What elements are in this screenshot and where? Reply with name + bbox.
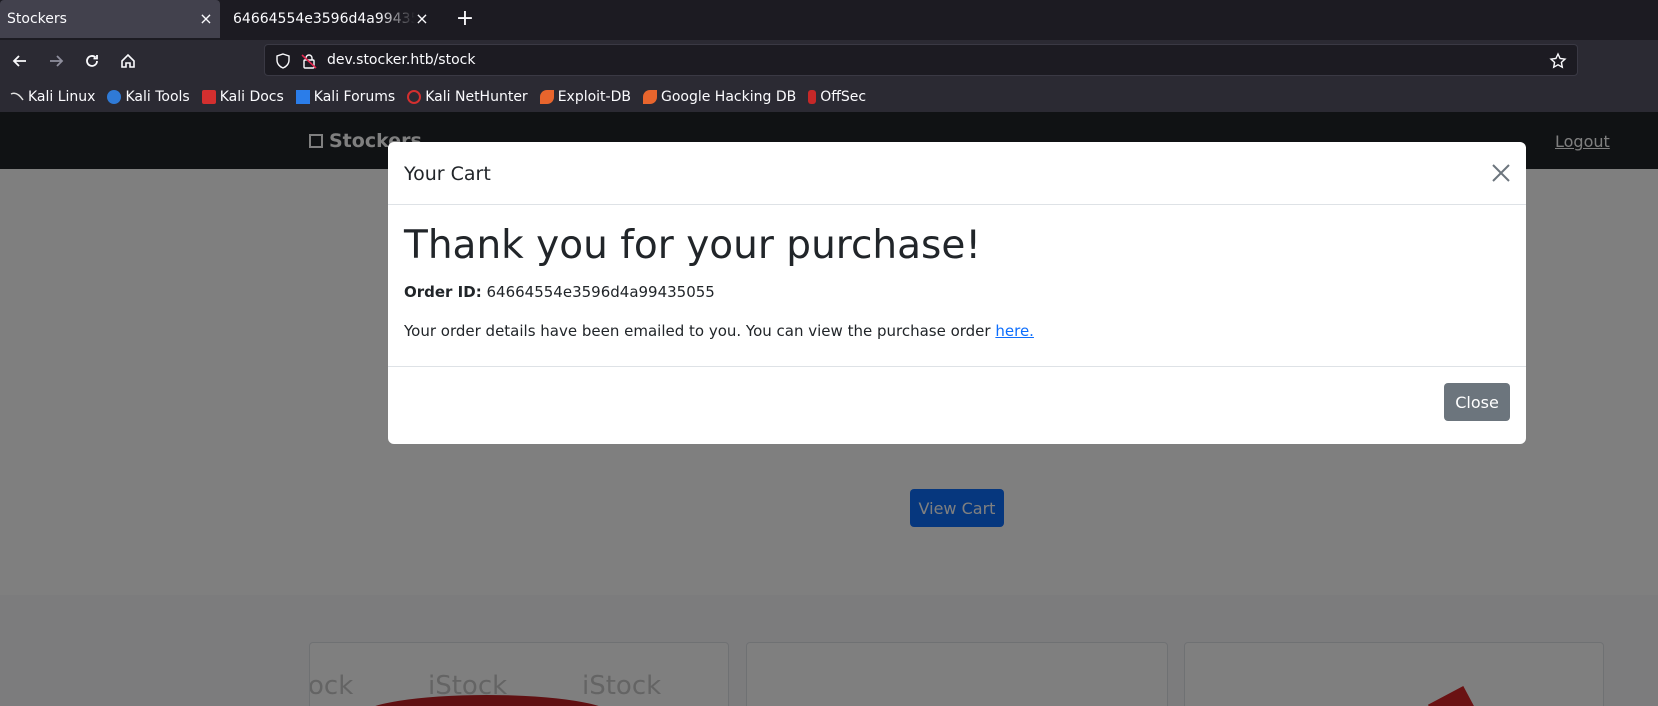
bookmark-kali-nethunter[interactable]: Kali NetHunter (407, 89, 528, 105)
back-icon[interactable] (8, 49, 32, 73)
bookmark-label: Kali Linux (28, 89, 96, 105)
bookmark-label: Exploit-DB (557, 89, 631, 105)
bookmark-exploit-db[interactable]: Exploit-DB (539, 89, 631, 105)
order-id-label: Order ID: (404, 283, 482, 301)
new-tab-icon[interactable]: + (454, 8, 476, 30)
modal-header: Your Cart (388, 142, 1526, 205)
browser-tab-bar: Stockers × 64664554e3596d4a9943505 × + (0, 0, 1658, 40)
close-icon[interactable] (1490, 162, 1512, 184)
home-icon[interactable] (116, 49, 140, 73)
tab-close-icon[interactable]: × (415, 11, 429, 27)
page-viewport: Stockers Logout View Cart ock iStock iSt… (0, 112, 1658, 706)
cart-modal: Your Cart Thank you for your purchase! O… (388, 142, 1526, 444)
order-details-text: Your order details have been emailed to … (404, 322, 1034, 340)
url-bar[interactable]: dev.stocker.htb/stock (264, 44, 1578, 76)
bookmark-kali-docs[interactable]: Kali Docs (201, 89, 284, 105)
tab-stockers[interactable]: Stockers × (0, 0, 220, 38)
modal-body: Thank you for your purchase! Order ID: 6… (388, 205, 1526, 366)
kali-docs-icon (201, 90, 216, 104)
tab-title: Stockers (7, 11, 67, 27)
bookmark-kali-tools[interactable]: Kali Tools (107, 89, 190, 105)
bookmark-google-hacking-db[interactable]: Google Hacking DB (642, 89, 797, 105)
bookmark-label: Kali Tools (125, 89, 190, 105)
purchase-heading: Thank you for your purchase! (404, 223, 981, 268)
bookmark-kali-linux[interactable]: Kali Linux (10, 89, 95, 105)
shield-icon[interactable] (275, 53, 291, 73)
close-button[interactable]: Close (1444, 383, 1510, 421)
reload-icon[interactable] (80, 49, 104, 73)
bookmark-kali-forums[interactable]: Kali Forums (295, 89, 396, 105)
bookmark-label: Kali NetHunter (425, 89, 528, 105)
bookmark-label: Kali Docs (219, 89, 284, 105)
kali-forums-icon (295, 90, 310, 104)
exploit-db-icon (539, 90, 554, 104)
bookmark-label: Kali Forums (313, 89, 396, 105)
bookmark-star-icon[interactable] (1549, 52, 1567, 74)
bookmark-label: OffSec (820, 89, 867, 105)
offsec-icon (808, 90, 817, 104)
kali-nethunter-icon (407, 90, 422, 104)
modal-footer: Close (388, 366, 1526, 444)
modal-title: Your Cart (404, 163, 491, 185)
browser-nav-bar: dev.stocker.htb/stock (0, 40, 1658, 82)
bookmark-label: Google Hacking DB (660, 89, 797, 105)
tab-order[interactable]: 64664554e3596d4a9943505 × (226, 0, 436, 38)
kali-tools-icon (107, 90, 122, 104)
details-text: Your order details have been emailed to … (404, 322, 991, 340)
kali-dragon-icon (10, 90, 24, 104)
order-id-value: 64664554e3596d4a99435055 (486, 283, 715, 301)
forward-icon[interactable] (44, 49, 68, 73)
insecure-lock-icon[interactable] (301, 53, 317, 73)
url-text: dev.stocker.htb/stock (327, 52, 476, 68)
tab-title: 64664554e3596d4a9943505 (233, 11, 415, 27)
bookmark-offsec[interactable]: OffSec (808, 89, 866, 105)
tab-close-icon[interactable]: × (199, 11, 213, 27)
ghdb-icon (642, 90, 657, 104)
order-id-line: Order ID: 64664554e3596d4a99435055 (404, 283, 715, 301)
bookmarks-toolbar: Kali Linux Kali Tools Kali Docs Kali For… (0, 82, 1658, 112)
purchase-order-link[interactable]: here. (995, 322, 1034, 340)
